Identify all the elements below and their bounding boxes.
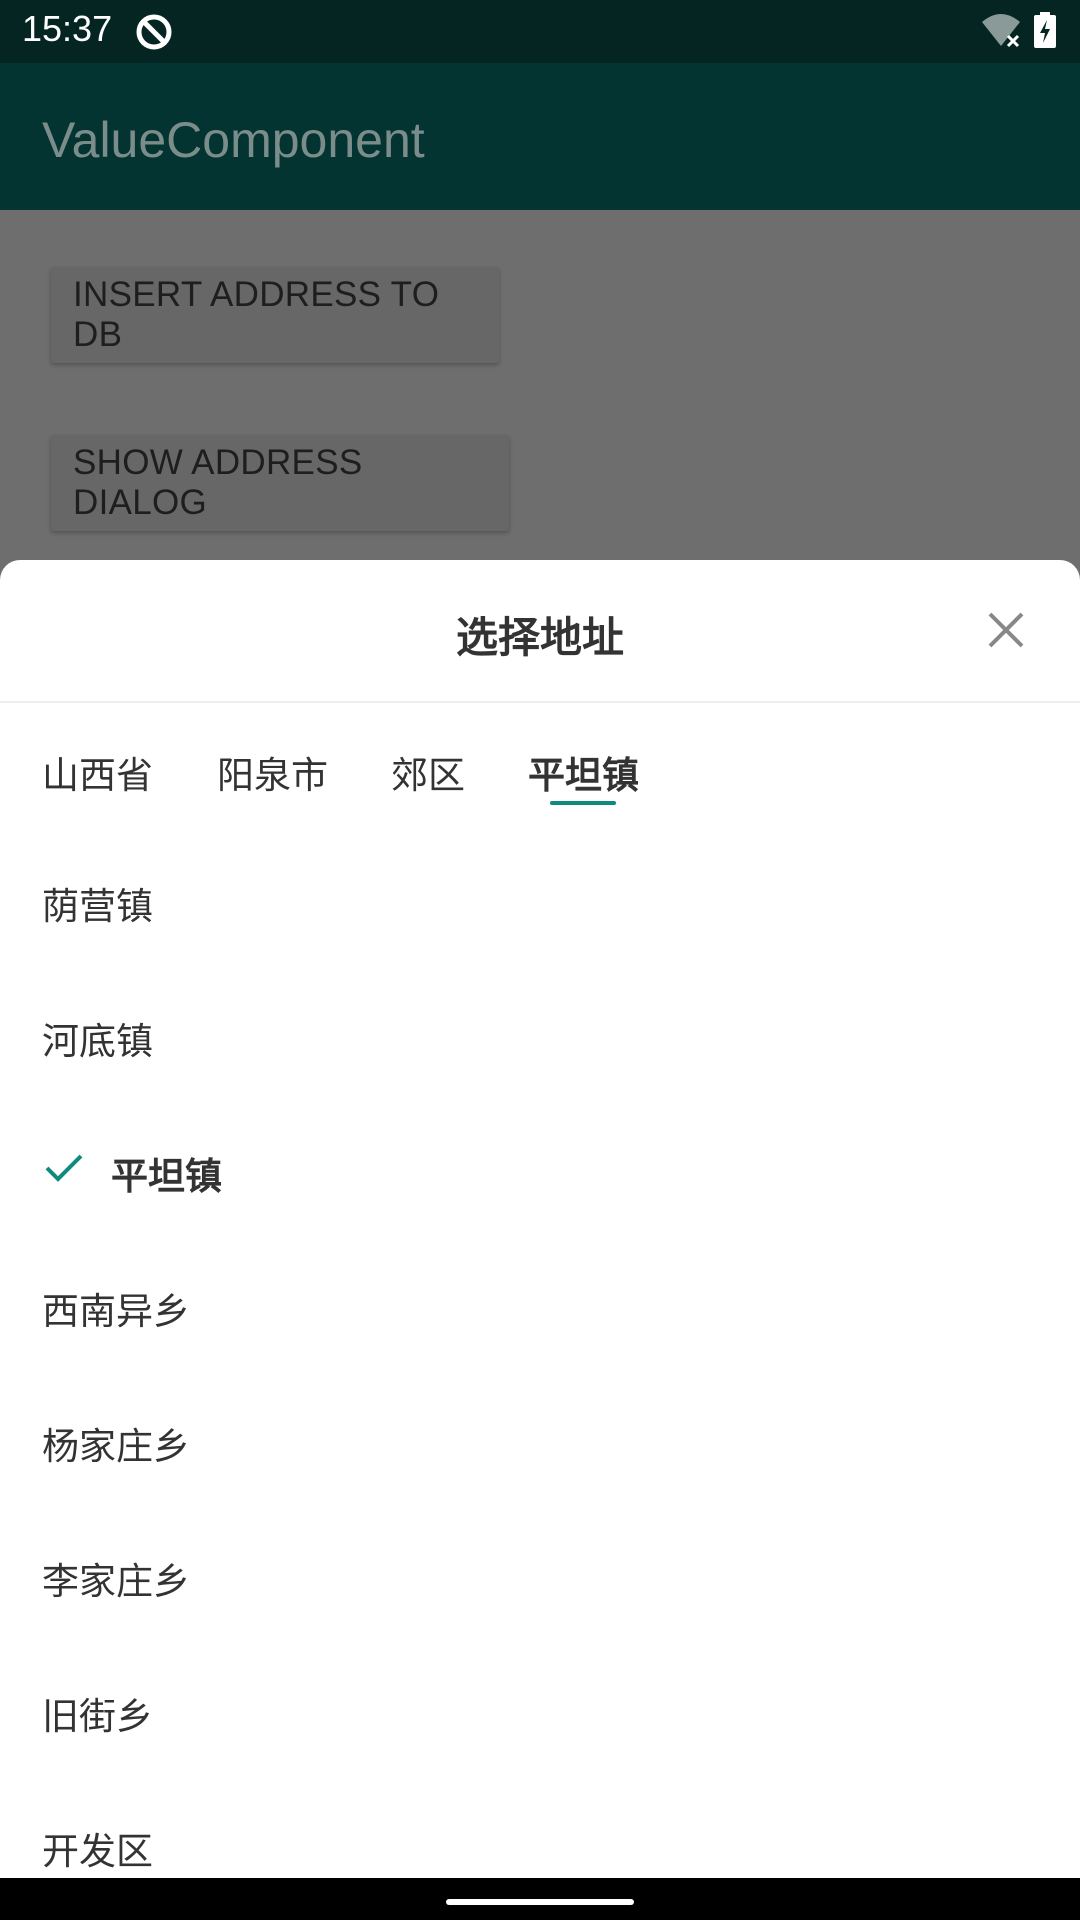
main-content: INSERT ADDRESS TO DB SHOW ADDRESS DIALOG [0, 210, 1080, 560]
list-item-label: 旧街乡 [42, 1695, 153, 1738]
insert-address-button[interactable]: INSERT ADDRESS TO DB [51, 267, 499, 363]
list-item-label: 荫营镇 [42, 885, 153, 928]
address-level-tabs: 山西省 阳泉市 郊区 平坦镇 [0, 701, 1080, 811]
tab-district[interactable]: 郊区 [391, 745, 465, 799]
tab-city[interactable]: 阳泉市 [217, 745, 328, 799]
list-item[interactable]: 杨家庄乡 [0, 1370, 1080, 1505]
list-item-label: 李家庄乡 [42, 1560, 190, 1603]
app-notification-icon [136, 14, 172, 50]
list-item-selected[interactable]: 平坦镇 [0, 1100, 1080, 1235]
status-bar: 15:37 [0, 0, 1080, 63]
checkmark-icon [45, 1154, 83, 1182]
wifi-off-icon [982, 14, 1020, 48]
list-item-label: 河底镇 [42, 1020, 153, 1063]
battery-charging-icon [1034, 12, 1056, 48]
list-item[interactable]: 开发区 [0, 1775, 1080, 1878]
list-item[interactable]: 河底镇 [0, 965, 1080, 1100]
list-item-label: 杨家庄乡 [42, 1425, 190, 1468]
list-item-label: 平坦镇 [111, 1155, 222, 1198]
tab-province[interactable]: 山西省 [42, 745, 153, 799]
sheet-title: 选择地址 [455, 613, 624, 662]
navigation-bar [0, 1878, 1080, 1920]
list-item[interactable]: 西南异乡 [0, 1235, 1080, 1370]
list-item[interactable]: 李家庄乡 [0, 1505, 1080, 1640]
tab-town[interactable]: 平坦镇 [528, 745, 639, 799]
list-item[interactable]: 旧街乡 [0, 1640, 1080, 1775]
tab-indicator [550, 801, 616, 805]
app-bar: ValueComponent [0, 63, 1080, 210]
status-time: 15:37 [22, 8, 113, 49]
close-icon[interactable] [982, 606, 1030, 654]
address-picker-sheet: 选择地址 山西省 阳泉市 郊区 平坦镇 荫营镇 河底镇 平坦镇 西南异乡 杨家庄… [0, 560, 1080, 1878]
list-item-label: 西南异乡 [42, 1290, 190, 1333]
home-gesture-handle[interactable] [446, 1899, 634, 1905]
sheet-header: 选择地址 [0, 560, 1080, 703]
app-title: ValueComponent [42, 112, 425, 168]
list-item[interactable]: 荫营镇 [0, 830, 1080, 965]
list-item-label: 开发区 [42, 1830, 153, 1873]
show-address-dialog-button[interactable]: SHOW ADDRESS DIALOG [51, 435, 509, 531]
